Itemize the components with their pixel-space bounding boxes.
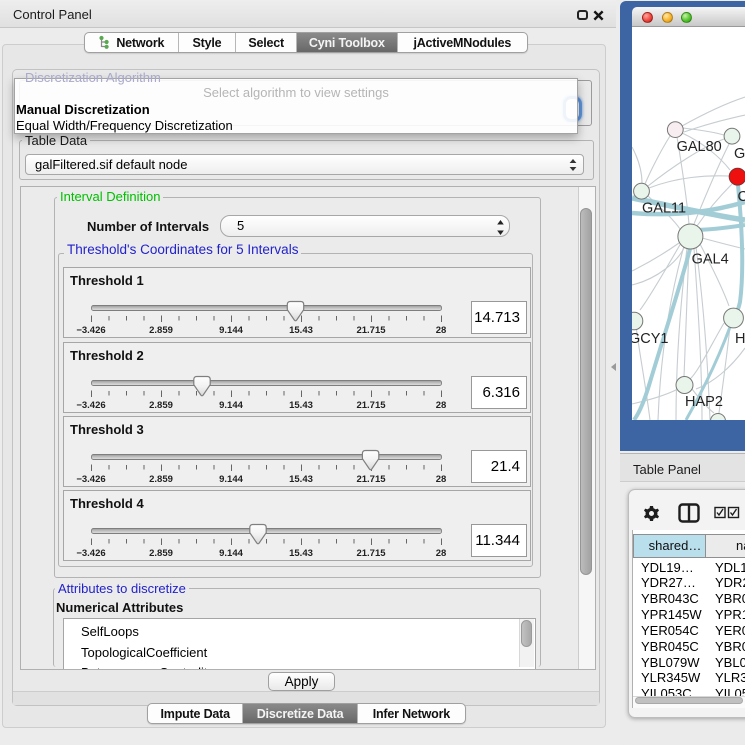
svg-text:HAP2: HAP2 <box>685 394 723 410</box>
svg-text:H: H <box>735 331 745 347</box>
svg-text:GAL80: GAL80 <box>677 139 722 155</box>
svg-text:C: C <box>738 189 745 205</box>
svg-text:GCY1: GCY1 <box>632 331 669 347</box>
svg-text:GA: GA <box>734 146 745 162</box>
svg-text:GAL11: GAL11 <box>642 201 686 217</box>
svg-text:GAL4: GAL4 <box>692 252 729 268</box>
